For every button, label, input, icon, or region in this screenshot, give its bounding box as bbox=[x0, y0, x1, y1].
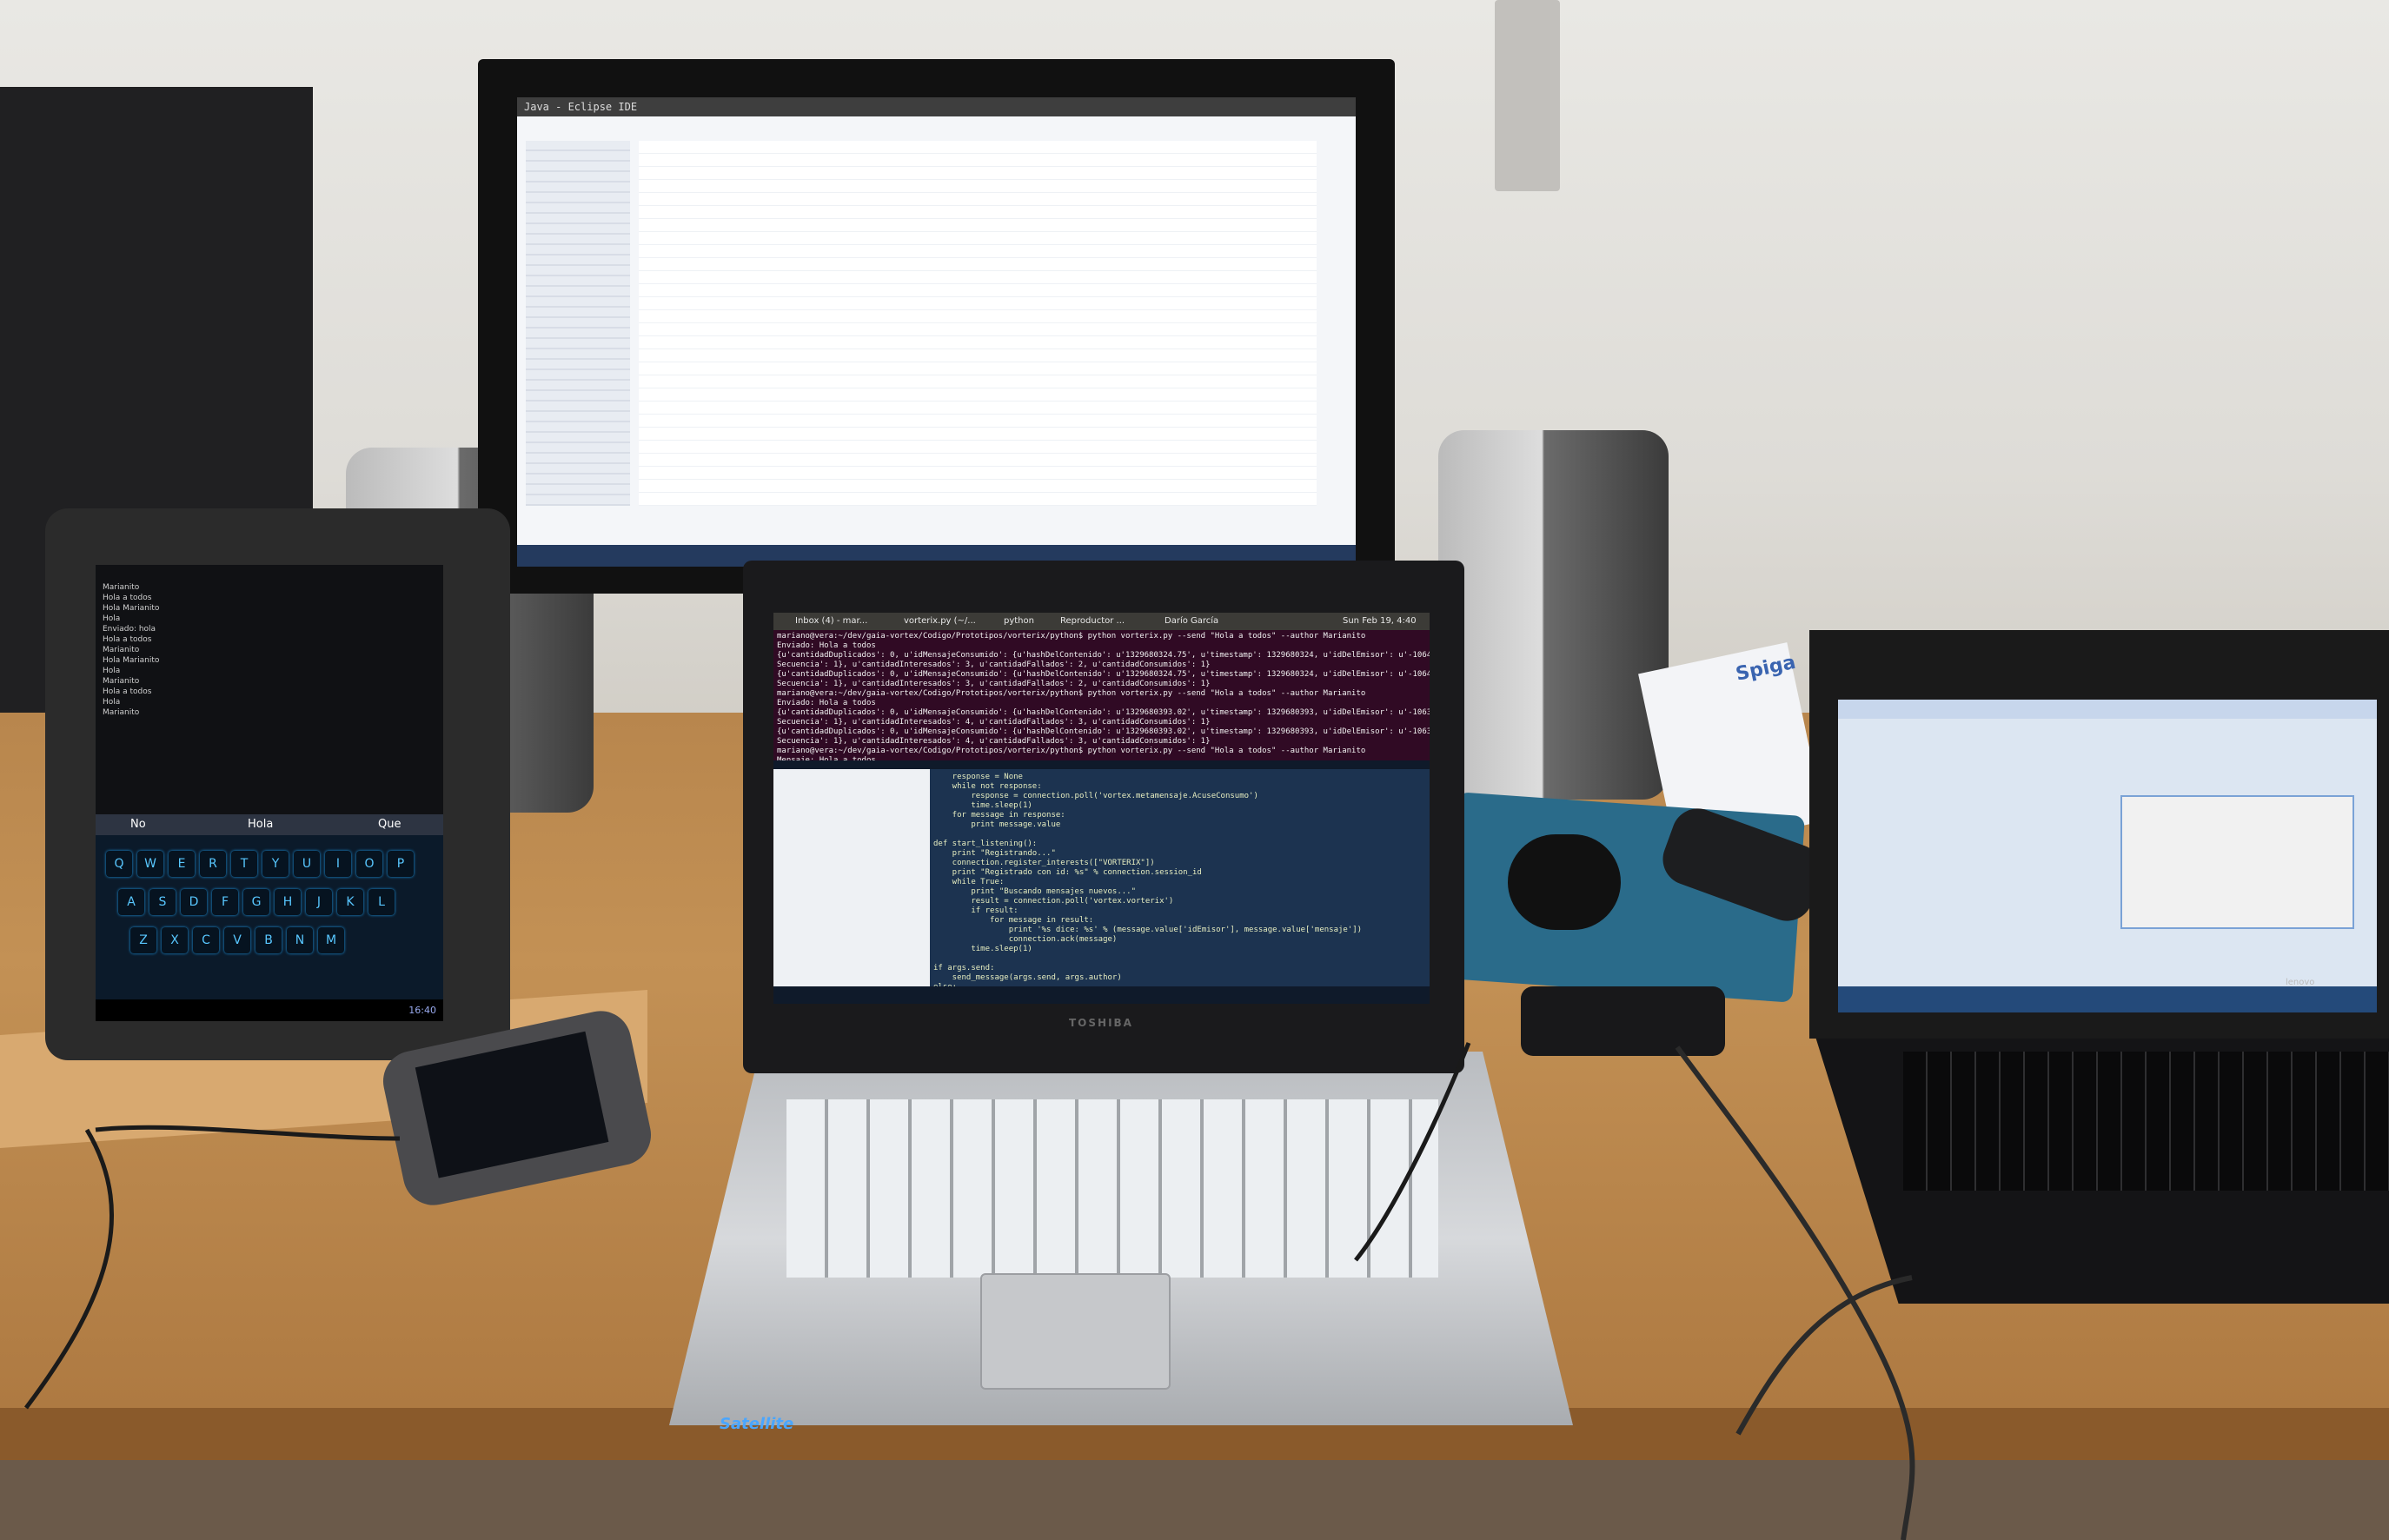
keyboard-row: ZXCVBNM bbox=[130, 927, 344, 953]
tablet-message-item: Marianito bbox=[103, 646, 140, 654]
tab-python[interactable]: python bbox=[1004, 613, 1034, 630]
tablet-screen: Marianito Hola a todos Hola Marianito Hola E… bbox=[96, 565, 443, 1021]
key-t[interactable]: T bbox=[231, 851, 257, 877]
laptop-touchpad bbox=[980, 1273, 1171, 1390]
phone-screen bbox=[415, 1031, 609, 1178]
tablet-onscreen-keyboard: QWERTYUIOP ASDFGHJKL ZXCVBNM bbox=[96, 835, 443, 1021]
editor-file-tree bbox=[773, 769, 930, 986]
tab-reproductor[interactable]: Reproductor ... bbox=[1060, 613, 1125, 630]
ide-project-tree bbox=[526, 141, 630, 506]
key-j[interactable]: J bbox=[306, 889, 332, 915]
key-o[interactable]: O bbox=[356, 851, 382, 877]
tab-inbox[interactable]: Inbox (4) - mar... bbox=[795, 613, 867, 630]
lenovo-logo: lenovo bbox=[2286, 978, 2315, 987]
key-m[interactable]: M bbox=[318, 927, 344, 953]
key-q[interactable]: Q bbox=[106, 851, 132, 877]
tablet-message-item: Hola a todos bbox=[103, 635, 152, 644]
tablet-status-bar: 16:40 bbox=[96, 999, 443, 1021]
ide-titlebar: Java - Eclipse IDE bbox=[517, 97, 1356, 116]
key-n[interactable]: N bbox=[287, 927, 313, 953]
tab-user[interactable]: Darío García bbox=[1165, 613, 1218, 630]
tablet-message-item: Hola a todos bbox=[103, 594, 152, 602]
right-laptop-screen bbox=[1838, 700, 2377, 1012]
tablet-message-item: Hola a todos bbox=[103, 687, 152, 696]
key-d[interactable]: D bbox=[181, 889, 207, 915]
key-l[interactable]: L bbox=[368, 889, 395, 915]
key-g[interactable]: G bbox=[243, 889, 269, 915]
key-i[interactable]: I bbox=[325, 851, 351, 877]
key-y[interactable]: Y bbox=[262, 851, 289, 877]
paper-title: Spiga bbox=[1734, 651, 1798, 686]
app-ribbon bbox=[1838, 700, 2377, 719]
key-e[interactable]: E bbox=[169, 851, 195, 877]
ide-code-editor bbox=[639, 141, 1317, 506]
laptop-keyboard bbox=[786, 1099, 1438, 1278]
key-u[interactable]: U bbox=[294, 851, 320, 877]
key-z[interactable]: Z bbox=[130, 927, 156, 953]
key-v[interactable]: V bbox=[224, 927, 250, 953]
floor bbox=[0, 1460, 2389, 1540]
tablet-message-item: Marianito bbox=[103, 708, 140, 717]
toshiba-logo: TOSHIBA bbox=[1069, 1017, 1133, 1029]
tablet-message-item: Hola bbox=[103, 698, 121, 707]
laptop-screen: Inbox (4) - mar... vorterix.py (~/... py… bbox=[773, 613, 1430, 1004]
key-x[interactable]: X bbox=[162, 927, 188, 953]
tablet-message-item: Hola bbox=[103, 667, 121, 675]
speaker-right bbox=[1438, 430, 1669, 800]
tablet-message-item: Marianito bbox=[103, 583, 140, 592]
app-dialog bbox=[2120, 795, 2354, 929]
tablet-message-item: Marianito bbox=[103, 677, 140, 686]
tablet-message-item: Hola bbox=[103, 614, 121, 623]
tablet-message-item: Hola Marianito bbox=[103, 604, 160, 613]
keyboard-suggestion-bar: No Hola Que bbox=[96, 814, 443, 835]
key-c[interactable]: C bbox=[193, 927, 219, 953]
key-k[interactable]: K bbox=[337, 889, 363, 915]
suggestion-2[interactable]: Hola bbox=[248, 814, 273, 835]
suggestion-3[interactable]: Que bbox=[378, 814, 401, 835]
tablet-message-item: Enviado: hola bbox=[103, 625, 156, 634]
tablet-message-item: Hola Marianito bbox=[103, 656, 160, 665]
code-editor-window[interactable]: response = None while not response: resp… bbox=[930, 769, 1430, 986]
suggestion-1[interactable]: No bbox=[130, 814, 146, 835]
tablet-message-list: Marianito Hola a todos Hola Marianito Hola E… bbox=[103, 582, 233, 718]
windows-taskbar bbox=[1838, 986, 2377, 1012]
key-a[interactable]: A bbox=[118, 889, 144, 915]
key-w[interactable]: W bbox=[137, 851, 163, 877]
keyboard-row: ASDFGHJKL bbox=[118, 889, 395, 915]
key-s[interactable]: S bbox=[149, 889, 176, 915]
key-p[interactable]: P bbox=[388, 851, 414, 877]
right-laptop-keyboard bbox=[1903, 1052, 2389, 1191]
wall-bracket bbox=[1495, 0, 1560, 191]
key-r[interactable]: R bbox=[200, 851, 226, 877]
monitor-screen: Java - Eclipse IDE bbox=[517, 97, 1356, 567]
key-h[interactable]: H bbox=[275, 889, 301, 915]
smartphone-right bbox=[1521, 986, 1725, 1056]
key-f[interactable]: F bbox=[212, 889, 238, 915]
tab-vorterix[interactable]: vorterix.py (~/... bbox=[904, 613, 976, 630]
computer-mouse bbox=[1508, 834, 1621, 930]
key-b[interactable]: B bbox=[255, 927, 282, 953]
terminal-window[interactable]: mariano@vera:~/dev/gaia-vortex/Codigo/Pr… bbox=[773, 630, 1430, 760]
ubuntu-top-panel: Inbox (4) - mar... vorterix.py (~/... py… bbox=[773, 613, 1430, 643]
keyboard-row: QWERTYUIOP bbox=[106, 851, 414, 877]
satellite-badge: Satellite bbox=[720, 1415, 794, 1433]
